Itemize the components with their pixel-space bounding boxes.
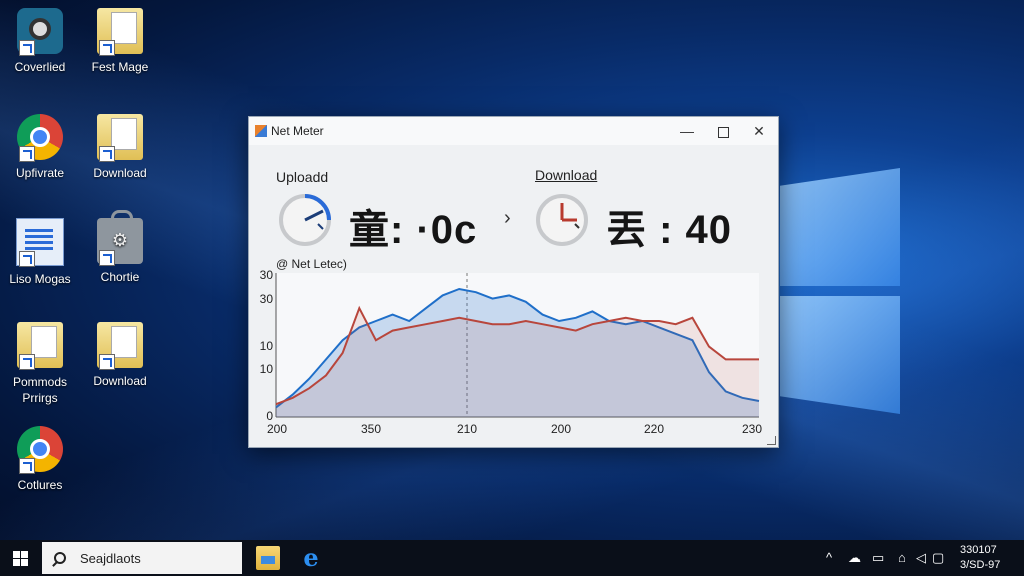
desktop-icon-download-2[interactable]: Download bbox=[80, 322, 160, 388]
search-icon bbox=[54, 552, 66, 564]
download-gauge-icon bbox=[536, 194, 588, 246]
chart-y-tick-label: 30 bbox=[260, 268, 274, 282]
chrome-icon bbox=[17, 114, 63, 162]
taskbar: Seajdlaots e ^ ☁ ▭ ⌂ ◁ ▢ 330107 3/SD-97 bbox=[0, 540, 1024, 576]
file-explorer-icon[interactable] bbox=[256, 546, 280, 570]
net-meter-window[interactable]: Net Meter — ✕ Uploadd 童: ·0ᴄ › Download … bbox=[248, 116, 779, 448]
chart-x-tick-label: 210 bbox=[457, 422, 477, 436]
chart-x-tick-label: 350 bbox=[361, 422, 381, 436]
upload-gauge-icon bbox=[279, 194, 331, 246]
download-speed-value: 丟 : 40 bbox=[606, 208, 733, 252]
chart-x-tick-label: 200 bbox=[267, 422, 287, 436]
chart-x-tick-label: 200 bbox=[551, 422, 571, 436]
desktop-icon-label: Upfivrate bbox=[15, 166, 65, 180]
desktop-icon-label: Chortie bbox=[100, 270, 140, 284]
notification-icon[interactable]: ▢ bbox=[932, 540, 944, 576]
taskbar-clock[interactable]: 330107 3/SD-97 bbox=[960, 543, 1000, 573]
window-title: Net Meter bbox=[271, 124, 324, 138]
battery-icon[interactable]: ▭ bbox=[872, 540, 884, 576]
desktop-icon-label: Liso Mogas bbox=[9, 272, 71, 286]
desktop-icon-cotlures[interactable]: Cotlures bbox=[0, 426, 80, 492]
desktop-icon-fest-mage[interactable]: Fest Mage bbox=[80, 8, 160, 74]
desktop-icon-label: Download bbox=[93, 374, 147, 388]
chart-y-tick-label: 0 bbox=[266, 409, 273, 423]
upload-label: Uploadd bbox=[276, 169, 329, 185]
network-chart: 303010100200 350 210 200 220 230 bbox=[260, 268, 763, 436]
desktop-icon-chortie[interactable]: Chortie bbox=[80, 210, 160, 284]
upload-speed-value: 童: ·0ᴄ bbox=[349, 208, 478, 252]
search-placeholder: Seajdlaots bbox=[80, 550, 141, 566]
resize-grip[interactable] bbox=[767, 436, 776, 445]
close-button[interactable]: ✕ bbox=[741, 117, 777, 145]
tray-chevron-up-icon[interactable]: ^ bbox=[826, 540, 832, 576]
chart-y-tick-label: 10 bbox=[260, 362, 274, 376]
desktop-icon-upfivrate[interactable]: Upfivrate bbox=[0, 114, 80, 180]
maximize-button[interactable] bbox=[705, 117, 741, 145]
desktop-icon-label: Download bbox=[93, 166, 147, 180]
desktop-icon-liso-mogas[interactable]: Liso Mogas bbox=[0, 218, 80, 286]
chart-y-tick-label: 10 bbox=[260, 339, 274, 353]
folder-icon bbox=[97, 114, 143, 162]
folder-icon bbox=[97, 8, 143, 56]
desktop-icon-label: Pommods Prrirgs bbox=[12, 375, 68, 405]
document-icon bbox=[16, 218, 64, 267]
net-meter-app-icon bbox=[255, 125, 267, 137]
search-box[interactable]: Seajdlaots bbox=[42, 542, 242, 574]
maximize-icon bbox=[717, 126, 729, 138]
chart-x-tick-label: 230 bbox=[742, 422, 762, 436]
chevron-right-icon: › bbox=[504, 207, 511, 229]
chrome-icon bbox=[17, 426, 63, 474]
title-bar[interactable]: Net Meter — ✕ bbox=[249, 117, 778, 145]
minimize-button[interactable]: — bbox=[669, 117, 705, 145]
network-icon[interactable]: ⌂ bbox=[898, 540, 906, 576]
desktop-icon-coverlied[interactable]: Coverlied bbox=[0, 8, 80, 74]
chart-y-tick-label: 30 bbox=[260, 292, 274, 306]
windows-logo-wallpaper bbox=[780, 168, 900, 416]
desktop-icon-label: Coverlied bbox=[14, 60, 66, 74]
desktop-icon-pommods-prrirgs[interactable]: Pommods Prrirgs bbox=[0, 322, 80, 406]
volume-icon[interactable]: ◁ bbox=[916, 540, 926, 576]
desktop-icon-download[interactable]: Download bbox=[80, 114, 160, 180]
start-button[interactable] bbox=[0, 540, 40, 576]
clock-date: 3/SD-97 bbox=[960, 559, 1001, 571]
edge-icon[interactable]: e bbox=[299, 546, 323, 570]
desktop-icon-label: Fest Mage bbox=[91, 60, 149, 74]
folder-icon bbox=[17, 322, 63, 370]
desktop-icon-label: Cotlures bbox=[17, 478, 63, 492]
clock-time: 330107 bbox=[960, 544, 997, 556]
camera-app-icon bbox=[17, 8, 63, 56]
chart-x-tick-label: 220 bbox=[644, 422, 664, 436]
download-label: Download bbox=[535, 167, 598, 183]
folder-icon bbox=[97, 322, 143, 370]
cloud-icon[interactable]: ☁ bbox=[848, 540, 861, 576]
bag-icon bbox=[97, 210, 143, 266]
